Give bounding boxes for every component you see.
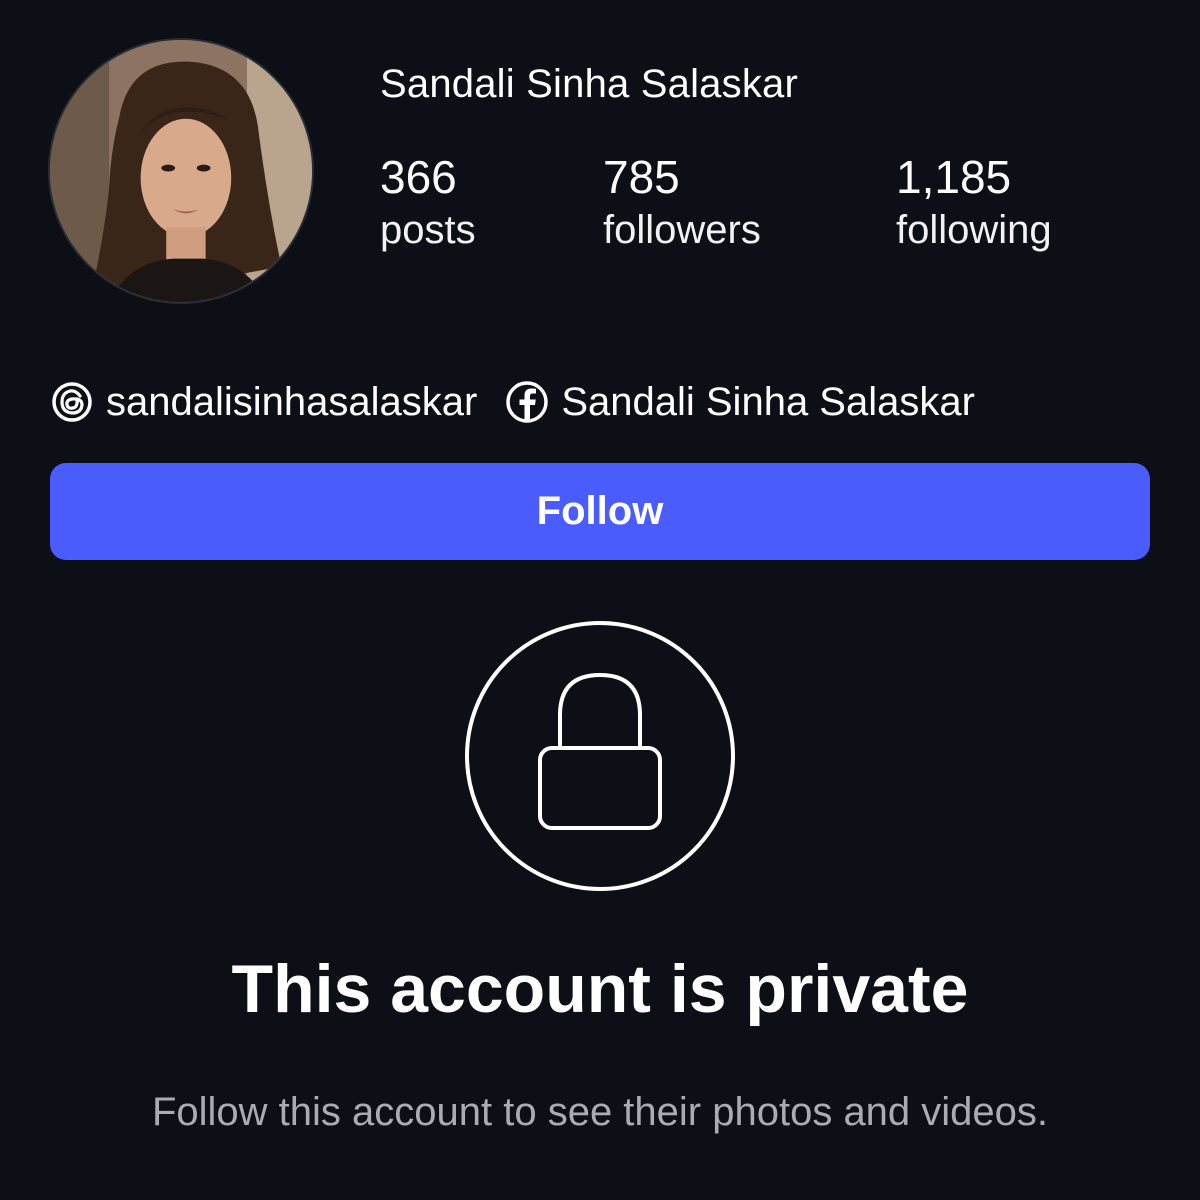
posts-label: posts [380,208,476,252]
posts-count: 366 [380,151,457,203]
following-stat[interactable]: 1,185 following [896,150,1052,256]
private-account-subtitle: Follow this account to see their photos … [151,1090,1049,1134]
followers-count: 785 [603,151,680,203]
threads-handle: sandalisinhasalaskar [106,379,478,424]
threads-icon [52,382,92,422]
private-account-title: This account is private [231,951,969,1027]
avatar[interactable] [48,38,314,304]
followers-stat[interactable]: 785 followers [603,150,761,256]
facebook-link[interactable]: Sandali Sinha Salaskar [505,380,975,425]
avatar-photo [50,40,312,302]
posts-stat[interactable]: 366 posts [380,150,476,256]
following-count: 1,185 [896,151,1012,203]
lock-icon [465,621,735,891]
following-label: following [896,208,1052,252]
facebook-icon [506,381,549,423]
profile-display-name: Sandali Sinha Salaskar [380,62,798,106]
follow-button-label: Follow [536,489,664,533]
follow-button[interactable]: Follow [50,463,1150,560]
facebook-name: Sandali Sinha Salaskar [561,379,975,424]
profile-links: sandalisinhasalaskar Sandali Sinha Salas… [50,372,975,432]
threads-link[interactable]: sandalisinhasalaskar [50,380,477,425]
followers-label: followers [603,208,761,252]
